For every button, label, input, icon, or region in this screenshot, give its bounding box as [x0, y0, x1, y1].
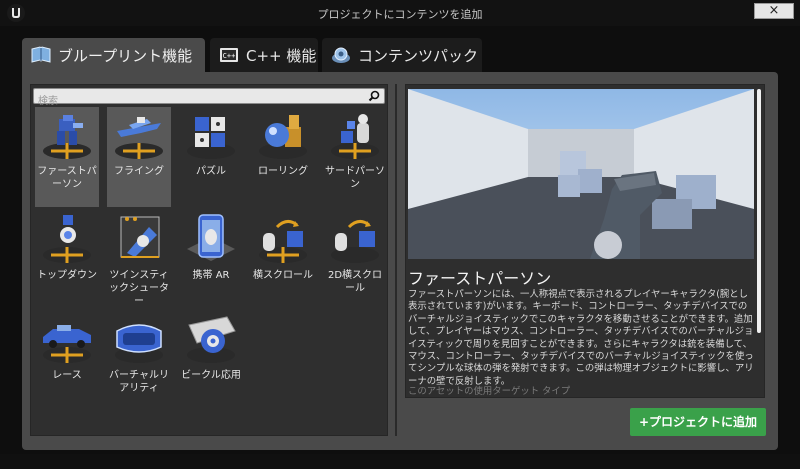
detail-scrollbar[interactable] [757, 89, 761, 333]
twin-stick-icon [120, 216, 160, 258]
template-label: ローリング [258, 166, 308, 177]
window-title: プロジェクトにコンテンツを追加 [317, 8, 483, 21]
template-label: トップダウン [37, 270, 97, 281]
side-scroller-icon [259, 220, 307, 263]
vehicle-icon [43, 325, 91, 363]
template-label: ツインスティックシューター [109, 270, 169, 307]
template-label: サードパーソン [325, 166, 385, 190]
vr-icon [115, 324, 163, 363]
vehicle-advanced-icon [187, 316, 236, 363]
template-detail-pane: ファーストパーソン ファーストパーソンには、一人称視点で表示されるプレイヤーキャ… [405, 84, 765, 398]
template-label: フライング [114, 166, 164, 177]
rolling-icon [259, 115, 307, 159]
title-bar: プロジェクトにコンテンツを追加 × [0, 0, 800, 26]
tab-label: C++ 機能 [246, 46, 317, 65]
add-to-project-button[interactable]: +プロジェクトに追加 [630, 408, 766, 436]
tab-label: ブループリント機能 [58, 46, 193, 65]
tab-label: コンテンツパック [358, 46, 479, 65]
flying-icon [115, 117, 163, 159]
template-flying[interactable]: フライング [107, 107, 171, 207]
detail-description: ファーストパーソンには、一人称視点で表示されるプレイヤーキャラクタ(腕とし表示さ… [408, 289, 754, 387]
tab-cpp[interactable]: C++ C++ 機能 [210, 38, 318, 72]
template-side-scroller[interactable]: 横スクロール [251, 211, 315, 311]
search-icon[interactable] [368, 90, 380, 102]
detail-more-text: このアセットの使用ターゲット タイプ [408, 386, 571, 395]
content-pack-icon [332, 47, 350, 63]
background-strip [0, 454, 800, 469]
tab-content-pack[interactable]: コンテンツパック [322, 38, 482, 72]
template-rolling[interactable]: ローリング [251, 107, 315, 207]
pane-divider[interactable] [395, 84, 397, 436]
detail-title: ファーストパーソン [408, 269, 552, 288]
template-label: レース [52, 370, 82, 381]
template-vr[interactable]: バーチャルリアリティ [107, 311, 171, 411]
template-twin-stick[interactable]: ツインスティックシューター [107, 211, 171, 311]
main-panel: ファーストパーソン フライング [22, 72, 778, 450]
top-down-icon [43, 215, 91, 263]
template-label: バーチャルリアリティ [109, 370, 169, 394]
svg-text:C++: C++ [223, 52, 236, 60]
handheld-ar-icon [187, 214, 235, 261]
template-label: ファーストパーソン [37, 166, 97, 190]
puzzle-icon [187, 117, 235, 159]
template-side-scroller-2d[interactable]: 2D横スクロール [323, 211, 387, 311]
template-puzzle[interactable]: パズル [179, 107, 243, 207]
template-label: パズル [196, 166, 226, 177]
template-handheld-ar[interactable]: 携帯 AR [179, 211, 243, 311]
first-person-preview-image [408, 89, 754, 259]
template-label: 横スクロール [253, 270, 313, 281]
third-person-icon [331, 114, 379, 159]
cpp-icon: C++ [220, 48, 238, 62]
tab-blueprint[interactable]: ブループリント機能 [22, 38, 205, 72]
template-label: 携帯 AR [192, 270, 230, 281]
book-icon [31, 46, 51, 63]
template-top-down[interactable]: トップダウン [35, 211, 99, 311]
template-list-pane: ファーストパーソン フライング [30, 84, 388, 436]
side-scroller-2d-icon [331, 220, 379, 263]
template-label: 2D横スクロール [327, 270, 383, 294]
template-first-person[interactable]: ファーストパーソン [35, 107, 99, 207]
template-third-person[interactable]: サードパーソン [323, 107, 387, 207]
template-vehicle[interactable]: レース [35, 311, 99, 411]
template-label: ビークル応用 [181, 370, 241, 381]
first-person-icon [43, 115, 91, 159]
template-vehicle-advanced[interactable]: ビークル応用 [179, 311, 243, 411]
search-box[interactable] [33, 88, 385, 109]
close-button[interactable]: × [754, 3, 794, 19]
